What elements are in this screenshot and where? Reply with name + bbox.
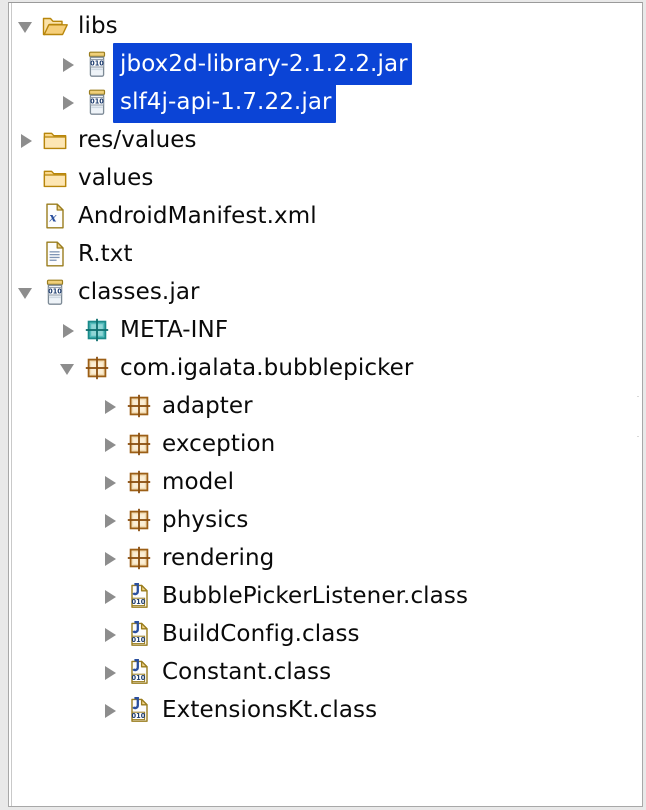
tree-row-label: libs — [71, 7, 122, 45]
tree-row[interactable]: x AndroidManifest.xml — [9, 197, 642, 235]
class-file-icon: 010 — [125, 691, 153, 729]
tree-row-label: values — [71, 159, 157, 197]
tree-row[interactable]: 010 ExtensionsKt.class — [9, 691, 642, 729]
xml-file-icon: x — [41, 197, 69, 235]
tree-row[interactable]: 010 BubblePickerListener.class — [9, 577, 642, 615]
jar-icon: 010 — [41, 273, 69, 311]
svg-text:x: x — [48, 210, 57, 224]
file-tree[interactable]: libs 010 jbox2d-library-2.1.2.2.jar 010 slf4… — [9, 3, 642, 729]
svg-text:010: 010 — [132, 598, 146, 606]
tree-row[interactable]: values — [9, 159, 642, 197]
tree-row-label: ExtensionsKt.class — [155, 691, 381, 729]
disclosure-triangle-collapsed-icon[interactable] — [57, 83, 83, 121]
tree-row-label: R.txt — [71, 235, 137, 273]
project-tree-panel: libs 010 jbox2d-library-2.1.2.2.jar 010 slf4… — [0, 0, 646, 810]
tree-row-label: adapter — [155, 387, 257, 425]
jar-icon: 010 — [83, 83, 111, 121]
class-file-icon: 010 — [125, 615, 153, 653]
class-file-icon: 010 — [125, 577, 153, 615]
tree-row[interactable]: com.igalata.bubblepicker — [9, 349, 642, 387]
svg-text:010: 010 — [132, 712, 146, 720]
folder-open-icon — [41, 7, 69, 45]
disclosure-triangle-collapsed-icon[interactable] — [99, 539, 125, 577]
disclosure-triangle-collapsed-icon[interactable] — [99, 615, 125, 653]
tree-row-label: com.igalata.bubblepicker — [113, 349, 417, 387]
package-icon — [83, 349, 111, 387]
tree-row-label: model — [155, 463, 238, 501]
tree-row-label: classes.jar — [71, 273, 204, 311]
tree-row[interactable]: adapter — [9, 387, 642, 425]
disclosure-triangle-collapsed-icon[interactable] — [99, 463, 125, 501]
svg-text:010: 010 — [132, 674, 146, 682]
disclosure-triangle-expanded-icon[interactable] — [57, 349, 83, 387]
svg-text:010: 010 — [90, 60, 104, 68]
package-icon — [125, 387, 153, 425]
disclosure-triangle-expanded-icon[interactable] — [15, 7, 41, 45]
tree-row-label: BubblePickerListener.class — [155, 577, 472, 615]
tree-row-label: slf4j-api-1.7.22.jar — [113, 81, 336, 123]
tree-row-label: BuildConfig.class — [155, 615, 364, 653]
tree-row[interactable]: model — [9, 463, 642, 501]
disclosure-triangle-collapsed-icon[interactable] — [99, 501, 125, 539]
package-icon — [125, 539, 153, 577]
disclosure-triangle-expanded-icon[interactable] — [15, 273, 41, 311]
jar-icon: 010 — [83, 45, 111, 83]
disclosure-triangle-collapsed-icon[interactable] — [99, 691, 125, 729]
tree-row[interactable]: res/values — [9, 121, 642, 159]
tree-row[interactable]: libs — [9, 7, 642, 45]
disclosure-triangle-collapsed-icon[interactable] — [99, 577, 125, 615]
class-file-icon: 010 — [125, 653, 153, 691]
tree-row[interactable]: META-INF — [9, 311, 642, 349]
tree-row[interactable]: 010 BuildConfig.class — [9, 615, 642, 653]
tree-row-label: AndroidManifest.xml — [71, 197, 321, 235]
tree-row-label: jbox2d-library-2.1.2.2.jar — [113, 43, 412, 85]
tree-row-label: res/values — [71, 121, 201, 159]
disclosure-triangle-collapsed-icon[interactable] — [99, 387, 125, 425]
tree-row[interactable]: 010 slf4j-api-1.7.22.jar — [9, 83, 642, 121]
tree-row[interactable]: 010 Constant.class — [9, 653, 642, 691]
text-file-icon — [41, 235, 69, 273]
folder-icon — [41, 159, 69, 197]
tree-row-label: exception — [155, 425, 279, 463]
disclosure-triangle-collapsed-icon[interactable] — [57, 311, 83, 349]
disclosure-triangle-collapsed-icon[interactable] — [99, 425, 125, 463]
tree-frame: libs 010 jbox2d-library-2.1.2.2.jar 010 slf4… — [8, 2, 643, 807]
package-teal-icon — [83, 311, 111, 349]
disclosure-triangle-collapsed-icon[interactable] — [15, 121, 41, 159]
package-icon — [125, 463, 153, 501]
folder-icon — [41, 121, 69, 159]
tree-row-label: META-INF — [113, 311, 232, 349]
package-icon — [125, 501, 153, 539]
tree-row[interactable]: R.txt — [9, 235, 642, 273]
svg-text:010: 010 — [132, 636, 146, 644]
disclosure-spacer — [15, 235, 41, 273]
disclosure-spacer — [15, 197, 41, 235]
tree-row[interactable]: 010 jbox2d-library-2.1.2.2.jar — [9, 45, 642, 83]
tree-row[interactable]: 010 classes.jar — [9, 273, 642, 311]
tree-row[interactable]: physics — [9, 501, 642, 539]
tree-row[interactable]: rendering — [9, 539, 642, 577]
tree-row[interactable]: exception — [9, 425, 642, 463]
disclosure-triangle-collapsed-icon[interactable] — [57, 45, 83, 83]
disclosure-spacer — [15, 159, 41, 197]
svg-text:010: 010 — [48, 288, 62, 296]
tree-row-label: rendering — [155, 539, 278, 577]
svg-text:010: 010 — [90, 98, 104, 106]
tree-row-label: physics — [155, 501, 253, 539]
disclosure-triangle-collapsed-icon[interactable] — [99, 653, 125, 691]
tree-row-label: Constant.class — [155, 653, 335, 691]
package-icon — [125, 425, 153, 463]
